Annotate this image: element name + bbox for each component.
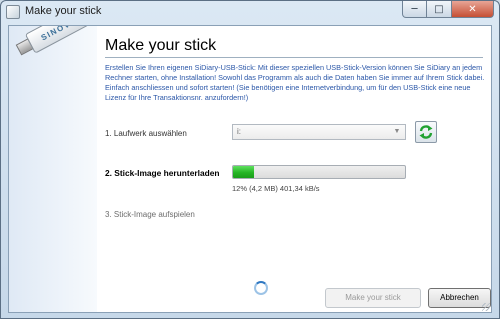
page-title: Make your stick — [105, 37, 217, 54]
usb-stick-logo: SINOVO — [39, 25, 79, 42]
close-icon: ✕ — [468, 3, 477, 15]
usb-stick-body: SINOVO — [24, 25, 94, 54]
make-your-stick-window: Make your stick ─ □ ✕ SINOVO Make your s… — [0, 0, 500, 319]
step3-label: 3. Stick-Image aufspielen — [105, 210, 195, 219]
close-button[interactable]: ✕ — [452, 1, 494, 18]
download-progress-fill — [233, 166, 254, 178]
dialog-content: SINOVO Make your stick Erstellen Sie Ihr… — [8, 25, 492, 313]
window-title: Make your stick — [25, 5, 102, 17]
drive-select[interactable]: i: ▼ — [232, 124, 406, 140]
step2-label: 2. Stick-Image herunterladen — [105, 168, 220, 178]
refresh-drives-button[interactable] — [415, 121, 437, 143]
caption-buttons: ─ □ ✕ — [402, 1, 494, 19]
intro-text: Erstellen Sie Ihren eigenen SiDiary-USB-… — [105, 63, 485, 102]
loading-spinner-icon — [254, 281, 268, 295]
refresh-icon — [419, 125, 433, 139]
minimize-button[interactable]: ─ — [402, 1, 427, 18]
make-your-stick-button[interactable]: Make your stick — [325, 288, 421, 308]
title-bar[interactable]: Make your stick ─ □ ✕ — [1, 1, 499, 23]
drive-select-value: i: — [237, 127, 241, 136]
download-progress-status: 12% (4,2 MB) 401,34 kB/s — [232, 184, 320, 193]
resize-grip[interactable] — [482, 303, 490, 311]
download-progress-bar — [232, 165, 406, 179]
step1-label: 1. Laufwerk auswählen — [105, 129, 187, 138]
minimize-icon: ─ — [411, 3, 418, 15]
heading-divider — [105, 57, 483, 58]
maximize-icon: □ — [434, 3, 444, 15]
side-panel: SINOVO — [9, 26, 97, 312]
maximize-button[interactable]: □ — [427, 1, 452, 18]
usb-stick-icon: SINOVO — [13, 25, 99, 62]
app-icon — [6, 5, 20, 19]
chevron-down-icon[interactable]: ▼ — [391, 126, 403, 138]
